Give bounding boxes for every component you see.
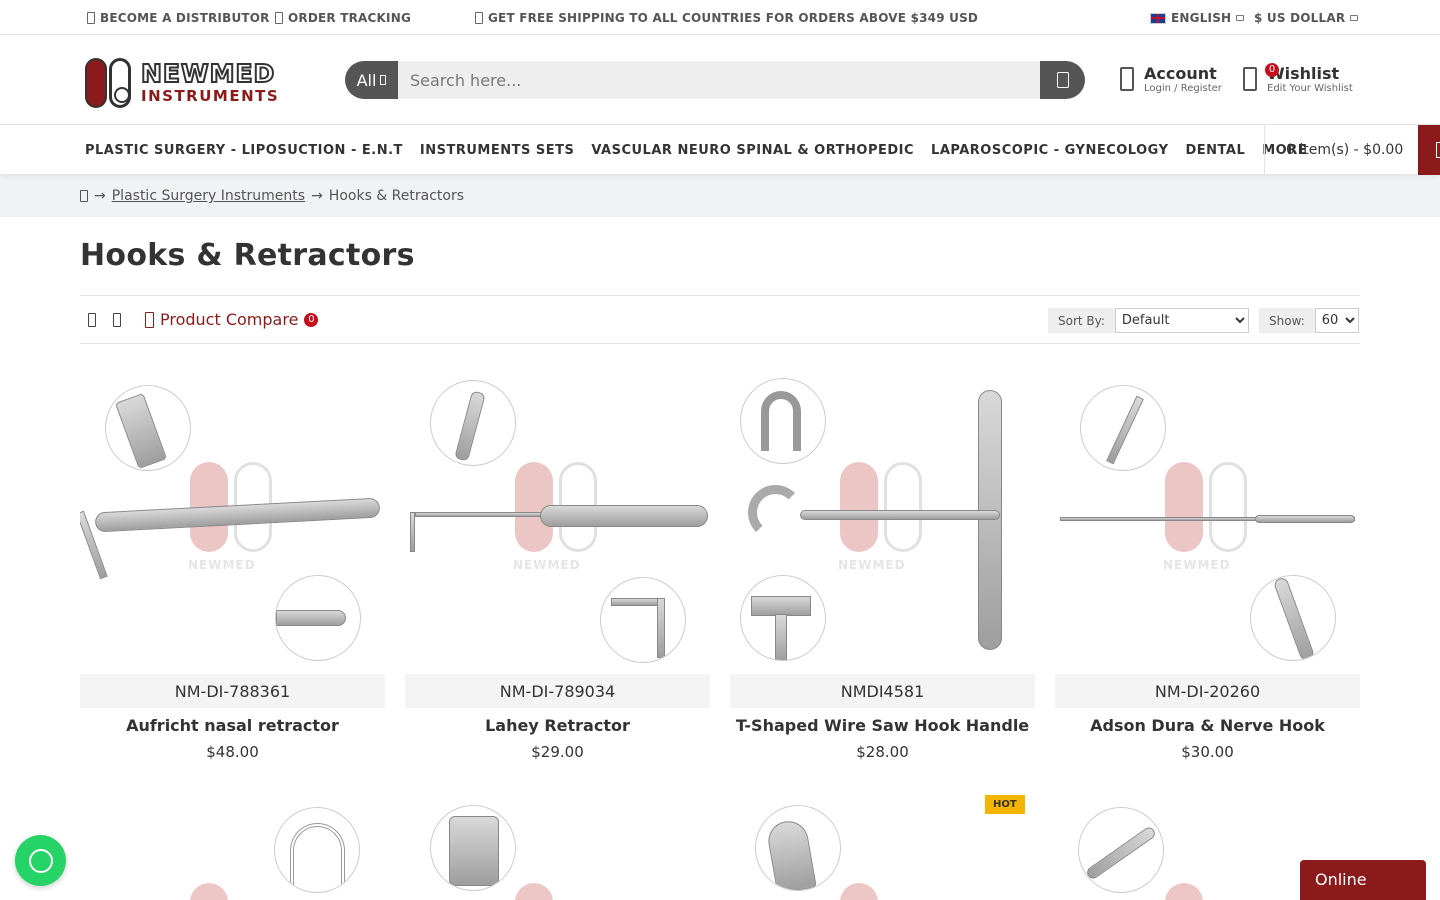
distributor-label: BECOME A DISTRIBUTOR [100,11,270,25]
wishlist-subtitle: Edit Your Wishlist [1267,82,1353,94]
product-sku: NM-DI-788361 [80,674,385,708]
whatsapp-chat-button[interactable] [15,835,66,886]
product-name[interactable]: Aufricht nasal retractor [80,716,385,735]
wishlist-title: Wishlist [1267,64,1340,83]
product-name[interactable]: Adson Dura & Nerve Hook [1055,716,1360,735]
sort-select[interactable]: Default [1114,308,1249,333]
search-category-dropdown[interactable]: All [345,61,398,99]
breadcrumb-separator: → [311,188,323,204]
main-nav: PLASTIC SURGERY - LIPOSUCTION - E.N.T IN… [0,125,1440,175]
distributor-icon [87,12,95,24]
truck-icon [275,12,283,24]
compare-icon [145,311,154,328]
product-sku: NM-DI-20260 [1055,674,1360,708]
nav-item-laparoscopic[interactable]: LAPAROSCOPIC - GYNECOLOGY [931,143,1168,158]
search-button[interactable] [1040,61,1085,99]
product-image[interactable]: NEWMED [730,370,1035,670]
nav-item-plastic-surgery[interactable]: PLASTIC SURGERY - LIPOSUCTION - E.N.T [85,143,403,158]
account-subtitle: Login / Register [1144,82,1222,94]
breadcrumb-current: Hooks & Retractors [328,188,465,204]
show-select[interactable]: 60 [1314,308,1359,333]
search-input[interactable] [398,61,1040,99]
sort-label: Sort By: [1048,308,1115,333]
order-tracking-link[interactable]: ORDER TRACKING [275,11,411,25]
heart-icon: 0 [1243,63,1279,92]
currency-label: $ US DOLLAR [1254,11,1346,25]
product-price: $29.00 [531,743,584,761]
product-card[interactable]: NEWMED NM-DI-20260 Adson Dura & Nerve Ho… [1055,370,1360,761]
show-label: Show: [1259,308,1315,333]
compare-label: Product Compare [160,310,299,329]
product-price: $30.00 [1181,743,1234,761]
language-selector[interactable]: ENGLISH [1150,11,1245,25]
search-icon [1056,72,1069,88]
product-card[interactable]: NEWMED NMDI4581 T-Shaped Wire Saw Hook H… [730,370,1035,761]
grid-view-icon[interactable] [88,313,96,327]
account-title: Account [1144,64,1217,83]
logo-subtitle: INSTRUMENTS [141,86,280,105]
product-compare-link[interactable]: Product Compare 0 [145,310,319,329]
show-control: Show: 60 [1259,308,1359,333]
product-image[interactable] [405,795,710,900]
product-sku: NM-DI-789034 [405,674,710,708]
cart-summary: 0 item(s) - $0.00 [1286,142,1404,158]
nav-item-instrument-sets[interactable]: INSTRUMENTS SETS [420,143,574,158]
watermark-logo: NEWMED [838,462,926,582]
product-sku: NMDI4581 [730,674,1035,708]
nav-item-dental[interactable]: DENTAL [1185,143,1245,158]
cart-button[interactable]: 0 item(s) - $0.00 [1264,125,1440,175]
breadcrumb-separator: → [94,188,106,204]
product-toolbar: Product Compare 0 Sort By: Default Show:… [80,295,1360,344]
search-category-label: All [356,70,377,90]
chevron-down-icon [380,75,387,85]
uk-flag-icon [1150,12,1166,24]
cart-icon-box [1418,125,1440,175]
sort-control: Sort By: Default [1048,308,1249,333]
cart-icon [1436,142,1440,158]
nav-item-vascular[interactable]: VASCULAR NEURO SPINAL & ORTHOPEDIC [591,143,914,158]
online-chat-widget[interactable]: Online [1300,860,1426,900]
product-card[interactable] [405,795,710,900]
logo-mark [85,56,135,108]
product-image[interactable] [80,795,385,900]
product-image[interactable]: NEWMED [1055,370,1360,670]
shipping-icon [475,12,483,24]
user-icon [1120,67,1134,92]
shipping-text: GET FREE SHIPPING TO ALL COUNTRIES FOR O… [488,11,979,25]
product-price: $28.00 [856,743,909,761]
hot-badge: HOT [985,795,1025,814]
wishlist-link[interactable]: 0 Wishlist Edit Your Wishlist [1243,63,1353,94]
page-title: Hooks & Retractors [80,238,415,273]
logo-wordmark: NEWMED [140,58,276,88]
list-view-icon[interactable] [113,313,121,327]
product-card[interactable]: NEWMED NM-DI-788361 Aufricht nasal retra… [80,370,385,761]
product-name[interactable]: Lahey Retractor [405,716,710,735]
product-name[interactable]: T-Shaped Wire Saw Hook Handle [730,716,1035,735]
breadcrumb: → Plastic Surgery Instruments → Hooks & … [0,175,1440,217]
caret-down-icon [1236,15,1245,21]
product-image[interactable]: NEWMED [80,370,385,670]
product-card[interactable]: NEWMED NM-DI-789034 Lahey Retractor $29.… [405,370,710,761]
whatsapp-icon [28,848,53,873]
search-bar: All [345,61,1085,99]
caret-down-icon [1350,15,1359,21]
product-image[interactable]: NEWMED [405,370,710,670]
shipping-notice: GET FREE SHIPPING TO ALL COUNTRIES FOR O… [475,11,978,25]
product-card[interactable] [80,795,385,900]
site-logo[interactable]: NEWMED INSTRUMENTS [85,55,295,109]
become-distributor-link[interactable]: BECOME A DISTRIBUTOR [87,11,270,25]
currency-selector[interactable]: $ US DOLLAR [1254,11,1359,25]
product-price: $48.00 [206,743,259,761]
top-bar: BECOME A DISTRIBUTOR ORDER TRACKING GET … [0,0,1440,35]
language-label: ENGLISH [1171,11,1232,25]
header: NEWMED INSTRUMENTS All Account Login / R… [0,35,1440,125]
account-link[interactable]: Account Login / Register [1120,65,1222,94]
breadcrumb-parent-link[interactable]: Plastic Surgery Instruments [112,188,305,204]
watermark-logo: NEWMED [1163,462,1251,582]
home-icon[interactable] [80,190,88,202]
tracking-label: ORDER TRACKING [288,11,411,25]
compare-count-badge: 0 [304,312,319,327]
